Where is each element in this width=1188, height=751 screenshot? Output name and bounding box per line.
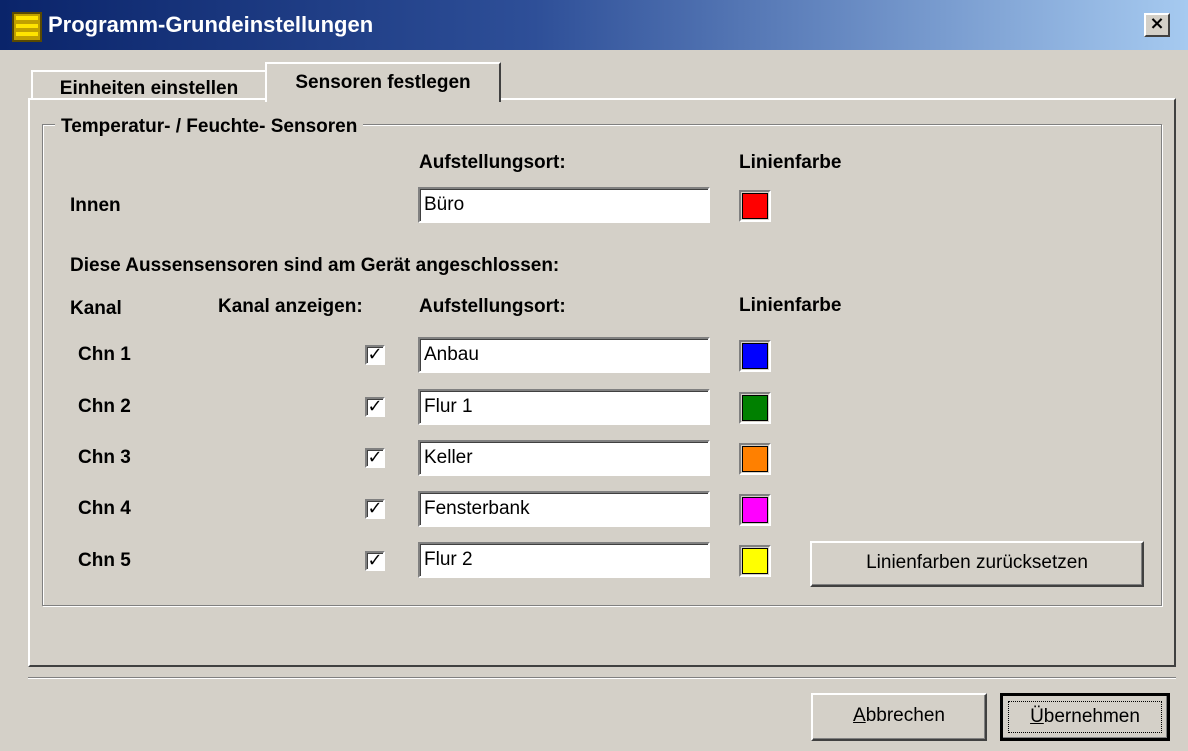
close-button[interactable]: × — [1144, 13, 1170, 37]
title-bar: Programm-Grundeinstellungen × — [0, 0, 1188, 50]
check-icon: ✓ — [367, 344, 383, 365]
channel-location-input-2[interactable]: Flur 1 — [418, 389, 710, 425]
color-header: Linienfarbe — [739, 152, 842, 173]
reset-colors-button[interactable]: Linienfarben zurücksetzen — [810, 541, 1144, 587]
outdoor-caption: Diese Aussensensoren sind am Gerät anges… — [70, 255, 560, 276]
channel-header: Kanal — [70, 298, 122, 319]
color-fill — [742, 395, 768, 421]
channel-label-5: Chn 5 — [78, 550, 131, 571]
color-header-outdoor: Linienfarbe — [739, 295, 842, 316]
channel-label-4: Chn 4 — [78, 498, 131, 519]
indoor-color-swatch[interactable] — [739, 190, 771, 222]
cancel-accelerator: A — [853, 705, 866, 726]
channel-color-swatch-1[interactable] — [739, 340, 771, 372]
focus-ring — [1008, 701, 1162, 733]
check-icon: ✓ — [367, 550, 383, 571]
channel-location-input-3[interactable]: Keller — [418, 440, 710, 476]
color-fill — [742, 446, 768, 472]
channel-color-swatch-2[interactable] — [739, 392, 771, 424]
tab-sensoren-festlegen[interactable]: Sensoren festlegen — [265, 62, 501, 102]
indoor-location-input[interactable]: Büro — [418, 187, 710, 223]
indoor-label: Innen — [70, 195, 121, 216]
check-icon: ✓ — [367, 396, 383, 417]
tab-einheiten-einstellen[interactable]: Einheiten einstellen — [31, 70, 267, 100]
location-header: Aufstellungsort: — [419, 152, 566, 173]
apply-button[interactable]: Übernehmen — [1000, 693, 1170, 741]
channel-location-input-5[interactable]: Flur 2 — [418, 542, 710, 578]
channel-checkbox-3[interactable]: ✓ — [365, 448, 385, 468]
channel-location-input-4[interactable]: Fensterbank — [418, 491, 710, 527]
color-fill — [742, 497, 768, 523]
divider — [28, 677, 1176, 679]
close-icon: × — [1149, 13, 1165, 34]
channel-label-3: Chn 3 — [78, 447, 131, 468]
check-icon: ✓ — [367, 447, 383, 468]
channel-color-swatch-3[interactable] — [739, 443, 771, 475]
channel-color-swatch-4[interactable] — [739, 494, 771, 526]
tab-label: Einheiten einstellen — [59, 78, 239, 99]
channel-checkbox-5[interactable]: ✓ — [365, 551, 385, 571]
window-title: Programm-Grundeinstellungen — [48, 12, 374, 37]
channel-location-input-1[interactable]: Anbau — [418, 337, 710, 373]
channel-checkbox-2[interactable]: ✓ — [365, 397, 385, 417]
group-title: Temperatur- / Feuchte- Sensoren — [55, 116, 364, 138]
color-fill — [742, 193, 768, 219]
show-channel-header: Kanal anzeigen: — [218, 296, 363, 317]
channel-color-swatch-5[interactable] — [739, 545, 771, 577]
location-header-outdoor: Aufstellungsort: — [419, 296, 566, 317]
channel-label-2: Chn 2 — [78, 396, 131, 417]
color-fill — [742, 343, 768, 369]
channel-checkbox-4[interactable]: ✓ — [365, 499, 385, 519]
channel-checkbox-1[interactable]: ✓ — [365, 345, 385, 365]
tab-label: Sensoren festlegen — [295, 72, 471, 93]
check-icon: ✓ — [367, 498, 383, 519]
cancel-label: bbrechen — [865, 705, 945, 726]
app-icon[interactable] — [12, 12, 42, 42]
cancel-button[interactable]: Abbrechen — [811, 693, 987, 741]
channel-label-1: Chn 1 — [78, 344, 131, 365]
color-fill — [742, 548, 768, 574]
